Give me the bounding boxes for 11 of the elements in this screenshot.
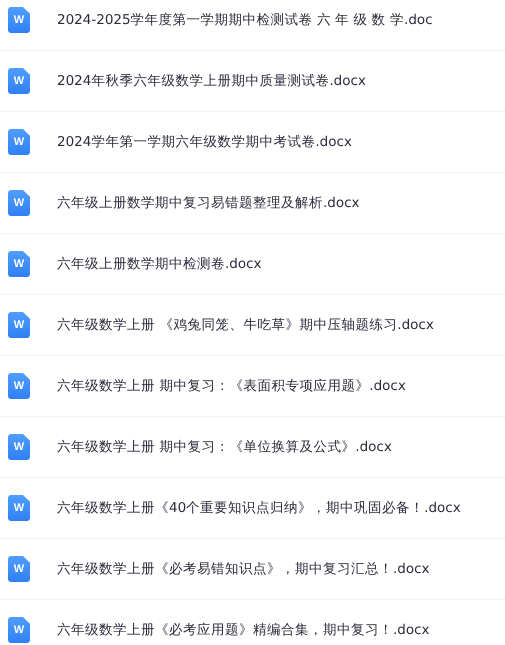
file-name[interactable]: 2024学年第一学期六年级数学期中考试卷.docx <box>57 133 352 151</box>
file-name[interactable]: 六年级数学上册《40个重要知识点归纳》，期中巩固必备！.docx <box>57 499 461 517</box>
file-name[interactable]: 六年级数学上册《必考应用题》精编合集，期中复习！.docx <box>57 621 430 639</box>
file-name[interactable]: 六年级数学上册 期中复习：《单位换算及公式》.docx <box>57 438 392 456</box>
file-name[interactable]: 2024-2025学年度第一学期期中检测试卷 六 年 级 数 学.doc <box>57 11 433 29</box>
file-name[interactable]: 六年级上册数学期中检测卷.docx <box>57 255 262 273</box>
file-name[interactable]: 2024年秋季六年级数学上册期中质量测试卷.docx <box>57 72 366 90</box>
file-name[interactable]: 六年级数学上册《必考易错知识点》，期中复习汇总！.docx <box>57 560 430 578</box>
file-name[interactable]: 六年级数学上册 《鸡兔同笼、牛吃草》期中压轴题练习.docx <box>57 316 434 334</box>
file-name[interactable]: 六年级上册数学期中复习易错题整理及解析.docx <box>57 194 360 212</box>
file-name[interactable]: 六年级数学上册 期中复习：《表面积专项应用题》.docx <box>57 377 406 395</box>
